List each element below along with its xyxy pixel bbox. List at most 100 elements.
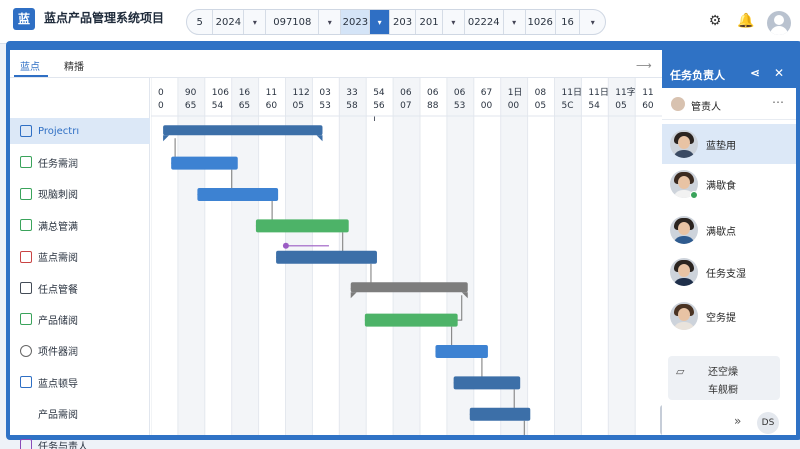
task-icon xyxy=(20,313,32,326)
timeline-header-label: 56 xyxy=(373,101,385,111)
folder-icon: ▱ xyxy=(676,365,685,378)
card-line-2: 车舰橱 xyxy=(708,385,738,396)
person-item[interactable]: 空务提 xyxy=(662,296,796,336)
owner-row: 管责人 ⋯ xyxy=(662,88,796,120)
timeline-header-label: 08 xyxy=(535,88,547,98)
task-row[interactable]: 产品储阅 xyxy=(10,306,150,332)
app-logo: 蓝 xyxy=(13,8,35,30)
dropdown-arrow-icon[interactable]: ▾ xyxy=(370,10,390,34)
date-segment[interactable]: 16 xyxy=(556,10,581,34)
task-row[interactable]: 满总管满 xyxy=(10,212,150,238)
dropdown-arrow-icon[interactable]: ▾ xyxy=(319,10,342,34)
timeline-header-label: 54 xyxy=(212,101,224,111)
online-status-icon xyxy=(690,191,698,199)
task-row[interactable]: 现脑刺阅 xyxy=(10,181,150,207)
person-avatar xyxy=(670,130,698,158)
dropdown-arrow-icon[interactable]: ▾ xyxy=(443,10,465,34)
person-name: 空务提 xyxy=(706,313,736,324)
person-item[interactable]: 蓝垫用 xyxy=(662,124,796,164)
task-row[interactable]: Projectrı xyxy=(10,118,150,144)
tab-bar: 蓝点 精播 ⟶ xyxy=(10,50,662,78)
timeline-header-label: 112 xyxy=(293,88,310,98)
timeline-header-label: 67 xyxy=(481,88,492,98)
task-row[interactable]: 任务需润 xyxy=(10,149,150,175)
date-segment[interactable]: 2024 xyxy=(213,10,245,34)
task-bar[interactable] xyxy=(171,156,238,170)
timeline-header-label: 07 xyxy=(400,101,411,111)
user-avatar[interactable] xyxy=(767,11,791,35)
summary-bar[interactable] xyxy=(350,282,468,293)
task-bar[interactable] xyxy=(453,376,521,390)
date-segment[interactable]: 1026 xyxy=(526,10,556,34)
timeline-header-label: 11日 xyxy=(588,87,608,98)
share-icon[interactable]: ⋖ xyxy=(750,66,760,80)
task-icon xyxy=(20,376,32,389)
timeline-header-label: 06 xyxy=(427,88,439,98)
task-bar[interactable] xyxy=(469,407,531,421)
more-icon[interactable]: ⋯ xyxy=(772,95,784,109)
dropdown-arrow-icon[interactable]: ▾ xyxy=(580,10,605,34)
dropdown-arrow-icon[interactable]: ▾ xyxy=(504,10,526,34)
timeline-header-label: 0 xyxy=(158,101,164,111)
task-row[interactable]: 产品需阅 xyxy=(10,401,150,427)
timeline-header-label: 1日 xyxy=(508,87,523,98)
summary-bar[interactable] xyxy=(163,125,323,136)
gantt-chart: 0 0 90 65 106 54 16 65 11 60 112 05 03 53 33 58 54 56 ı 06 0… xyxy=(151,78,662,435)
date-segment[interactable]: 203 xyxy=(390,10,417,34)
task-row[interactable]: 项件器润 xyxy=(10,338,150,364)
task-row[interactable]: 蓝点需阅 xyxy=(10,244,150,270)
summary-bar-cap xyxy=(316,135,323,142)
task-row[interactable]: 任务与责人 xyxy=(10,432,150,449)
tab-jingbo[interactable]: 精播 xyxy=(64,58,84,73)
task-bar[interactable] xyxy=(435,345,488,358)
ds-badge[interactable]: DS xyxy=(757,412,779,434)
notification-icon[interactable]: 🔔 xyxy=(737,12,755,30)
timeline-header-label: 33 xyxy=(346,88,357,98)
task-label: 蓝点需阅 xyxy=(38,253,78,265)
task-bar[interactable] xyxy=(364,313,458,327)
date-segment[interactable]: 02224 xyxy=(465,10,504,34)
task-row[interactable]: 蓝点顿导 xyxy=(10,369,150,395)
task-icon xyxy=(20,187,32,200)
timeline-header-label: 05 xyxy=(293,101,304,111)
person-item[interactable]: 满歇食 xyxy=(662,164,796,204)
column-stripe xyxy=(608,78,636,435)
gantt-svg: 009065106541665116011205035333585456ı060… xyxy=(151,78,662,435)
date-segment[interactable]: 5 xyxy=(187,10,214,34)
timeline-header-label: 90 xyxy=(185,88,197,98)
collapse-arrow-icon[interactable]: ⟶ xyxy=(636,59,652,72)
person-item[interactable]: 满歇点 xyxy=(662,210,796,250)
tab-lan[interactable]: 蓝点 xyxy=(20,58,40,73)
date-segment[interactable]: 2023 xyxy=(341,10,371,34)
date-selector-bar[interactable]: 5 2024 ▾ 097108 ▾ 2023 ▾ 203 201 ▾ 02224 ▾ 1026 16 ▾ xyxy=(186,9,606,35)
active-tab-indicator xyxy=(14,75,48,77)
timeline-header-label: 60 xyxy=(266,101,278,111)
timeline-header-label: 16 xyxy=(239,88,251,98)
timeline-header-label: 11字 xyxy=(615,86,635,98)
timeline-header-label: 11 xyxy=(642,88,653,98)
expand-chevron-icon[interactable]: » xyxy=(734,414,741,428)
dropdown-arrow-icon[interactable]: ▾ xyxy=(244,10,267,34)
person-avatar xyxy=(670,302,698,330)
link-handle[interactable] xyxy=(282,242,289,249)
date-segment[interactable]: 097108 xyxy=(266,10,320,34)
task-label: 任务需润 xyxy=(38,158,78,170)
date-segment[interactable]: 201 xyxy=(416,10,443,34)
task-icon xyxy=(20,250,32,263)
task-icon xyxy=(20,219,32,232)
timeline-header-label: 00 xyxy=(508,101,520,111)
task-bar[interactable] xyxy=(197,188,279,201)
person-avatar xyxy=(670,216,698,244)
top-bar: 蓝 蓝点产品管理系统项目 5 2024 ▾ 097108 ▾ 2023 ▾ 203 201 ▾ 02… xyxy=(0,0,800,44)
close-icon[interactable]: ✕ xyxy=(774,66,784,80)
task-bar[interactable] xyxy=(276,250,377,264)
task-row[interactable]: 任点管餐 xyxy=(10,275,150,301)
timeline-header-label: 05 xyxy=(615,101,626,111)
task-icon xyxy=(20,408,32,420)
settings-icon[interactable]: ⚙ xyxy=(706,12,724,30)
person-item[interactable]: 任务支湿 xyxy=(662,252,796,292)
info-card[interactable]: ▱ 还空燥 车舰橱 xyxy=(668,356,780,400)
person-name: 蓝垫用 xyxy=(706,141,736,152)
task-bar[interactable] xyxy=(255,219,349,233)
timeline-header-label: 65 xyxy=(185,101,196,111)
